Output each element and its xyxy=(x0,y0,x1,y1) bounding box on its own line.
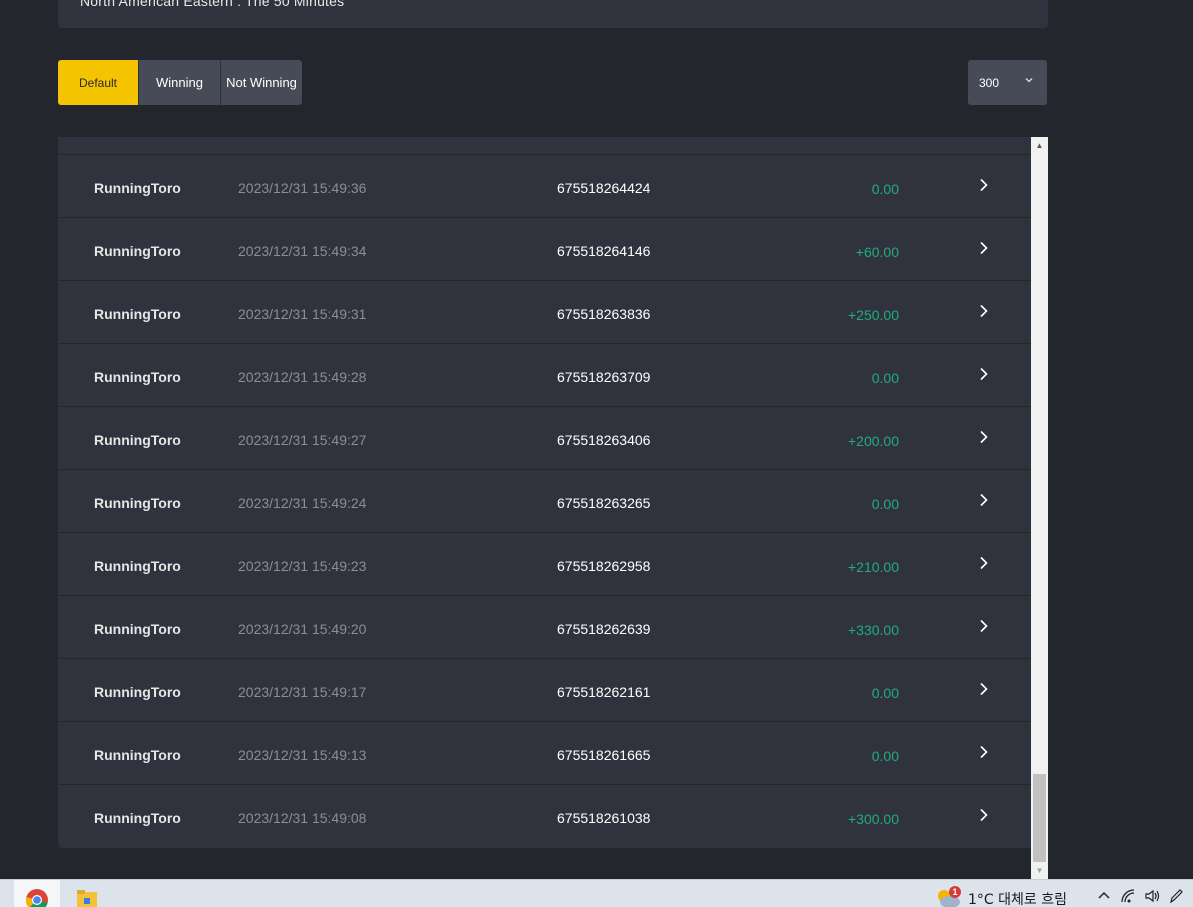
row-bet-id: 675518262958 xyxy=(557,558,651,574)
scroll-down-arrow-icon[interactable]: ▼ xyxy=(1031,862,1048,879)
table-row[interactable]: RunningToro 2023/12/31 15:49:24 6755182632… xyxy=(58,470,1031,533)
row-username: RunningToro xyxy=(94,558,181,574)
row-amount: 0.00 xyxy=(871,496,899,512)
file-explorer-icon[interactable] xyxy=(76,890,98,907)
row-username: RunningToro xyxy=(94,432,181,448)
row-amount: 0.00 xyxy=(871,181,899,197)
row-username: RunningToro xyxy=(94,180,181,196)
chevron-right-icon[interactable] xyxy=(976,555,992,571)
table-row[interactable]: RunningToro 2023/12/31 15:49:36 6755182644… xyxy=(58,155,1031,218)
table-row[interactable]: RunningToro 2023/12/31 15:49:13 6755182616… xyxy=(58,722,1031,785)
weather-notification-badge: 1 xyxy=(949,886,961,898)
row-amount: 0.00 xyxy=(871,370,899,386)
top-panel-text: North American Eastern : The 50 Minutes xyxy=(80,0,345,9)
system-tray xyxy=(1096,888,1184,904)
row-amount: +60.00 xyxy=(855,244,899,260)
row-bet-id: 675518261038 xyxy=(557,810,651,826)
row-timestamp: 2023/12/31 15:49:36 xyxy=(238,180,367,196)
filter-default-button[interactable]: Default xyxy=(58,60,139,105)
row-bet-id: 675518261665 xyxy=(557,747,651,763)
row-timestamp: 2023/12/31 15:49:24 xyxy=(238,495,367,511)
row-username: RunningToro xyxy=(94,243,181,259)
chevron-right-icon[interactable] xyxy=(976,177,992,193)
row-bet-id: 675518262639 xyxy=(557,621,651,637)
top-info-panel: North American Eastern : The 50 Minutes xyxy=(58,0,1048,28)
row-bet-id: 675518264424 xyxy=(557,180,651,196)
chevron-down-icon xyxy=(1025,78,1033,83)
chrome-icon xyxy=(26,889,48,907)
chevron-up-icon[interactable] xyxy=(1096,888,1112,904)
table-row[interactable]: RunningToro 2023/12/31 15:49:23 6755182629… xyxy=(58,533,1031,596)
scroll-thumb[interactable] xyxy=(1033,774,1046,862)
row-username: RunningToro xyxy=(94,495,181,511)
pen-icon[interactable] xyxy=(1168,888,1184,904)
row-username: RunningToro xyxy=(94,684,181,700)
table-row[interactable]: RunningToro 2023/12/31 15:49:20 6755182626… xyxy=(58,596,1031,659)
filter-tabs: Default Winning Not Winning xyxy=(58,60,302,105)
volume-icon[interactable] xyxy=(1144,888,1160,904)
rows-container: RunningToro 2023/12/31 15:49:36 6755182644… xyxy=(58,155,1048,848)
row-timestamp: 2023/12/31 15:49:23 xyxy=(238,558,367,574)
row-timestamp: 2023/12/31 15:49:20 xyxy=(238,621,367,637)
chevron-right-icon[interactable] xyxy=(976,366,992,382)
row-timestamp: 2023/12/31 15:49:31 xyxy=(238,306,367,322)
page: North American Eastern : The 50 Minutes … xyxy=(0,0,1193,907)
weather-text[interactable]: 1°C 대체로 흐림 xyxy=(968,889,1067,907)
list-top-strip xyxy=(58,137,1048,155)
row-timestamp: 2023/12/31 15:49:28 xyxy=(238,369,367,385)
scroll-up-arrow-icon[interactable]: ▲ xyxy=(1031,137,1048,154)
chevron-right-icon[interactable] xyxy=(976,618,992,634)
row-amount: 0.00 xyxy=(871,685,899,701)
chevron-right-icon[interactable] xyxy=(976,744,992,760)
row-amount: +330.00 xyxy=(848,622,899,638)
table-row[interactable]: RunningToro 2023/12/31 15:49:28 6755182637… xyxy=(58,344,1031,407)
bet-history-list: RunningToro 2023/12/31 15:49:36 6755182644… xyxy=(58,137,1048,848)
row-amount: 0.00 xyxy=(871,748,899,764)
wifi-icon[interactable] xyxy=(1120,888,1136,904)
table-row[interactable]: RunningToro 2023/12/31 15:49:08 6755182610… xyxy=(58,785,1031,848)
row-timestamp: 2023/12/31 15:49:08 xyxy=(238,810,367,826)
row-bet-id: 675518263709 xyxy=(557,369,651,385)
row-username: RunningToro xyxy=(94,369,181,385)
os-taskbar: 1°C 대체로 흐림 xyxy=(0,879,1193,907)
page-size-value: 300 xyxy=(979,75,1000,90)
row-amount: +210.00 xyxy=(848,559,899,575)
row-bet-id: 675518262161 xyxy=(557,684,651,700)
table-row[interactable]: RunningToro 2023/12/31 15:49:31 6755182638… xyxy=(58,281,1031,344)
row-amount: +250.00 xyxy=(848,307,899,323)
filter-winning-button[interactable]: Winning xyxy=(139,60,221,105)
chrome-taskbar-button[interactable] xyxy=(14,880,60,907)
table-row[interactable]: RunningToro 2023/12/31 15:49:34 6755182641… xyxy=(58,218,1031,281)
chevron-right-icon[interactable] xyxy=(976,492,992,508)
row-username: RunningToro xyxy=(94,306,181,322)
chevron-right-icon[interactable] xyxy=(976,681,992,697)
table-row[interactable]: RunningToro 2023/12/31 15:49:17 6755182621… xyxy=(58,659,1031,722)
row-username: RunningToro xyxy=(94,810,181,826)
row-bet-id: 675518263265 xyxy=(557,495,651,511)
row-amount: +200.00 xyxy=(848,433,899,449)
row-timestamp: 2023/12/31 15:49:17 xyxy=(238,684,367,700)
row-timestamp: 2023/12/31 15:49:13 xyxy=(238,747,367,763)
row-amount: +300.00 xyxy=(848,811,899,827)
vertical-scrollbar[interactable]: ▲ ▼ xyxy=(1031,137,1048,879)
row-bet-id: 675518263836 xyxy=(557,306,651,322)
row-bet-id: 675518264146 xyxy=(557,243,651,259)
row-bet-id: 675518263406 xyxy=(557,432,651,448)
chevron-right-icon[interactable] xyxy=(976,429,992,445)
filter-not-winning-button[interactable]: Not Winning xyxy=(221,60,302,105)
row-timestamp: 2023/12/31 15:49:34 xyxy=(238,243,367,259)
row-username: RunningToro xyxy=(94,621,181,637)
chevron-right-icon[interactable] xyxy=(976,303,992,319)
page-size-select[interactable]: 300 xyxy=(968,60,1047,105)
chevron-right-icon[interactable] xyxy=(976,807,992,823)
row-timestamp: 2023/12/31 15:49:27 xyxy=(238,432,367,448)
table-row[interactable]: RunningToro 2023/12/31 15:49:27 6755182634… xyxy=(58,407,1031,470)
chevron-right-icon[interactable] xyxy=(976,240,992,256)
row-username: RunningToro xyxy=(94,747,181,763)
